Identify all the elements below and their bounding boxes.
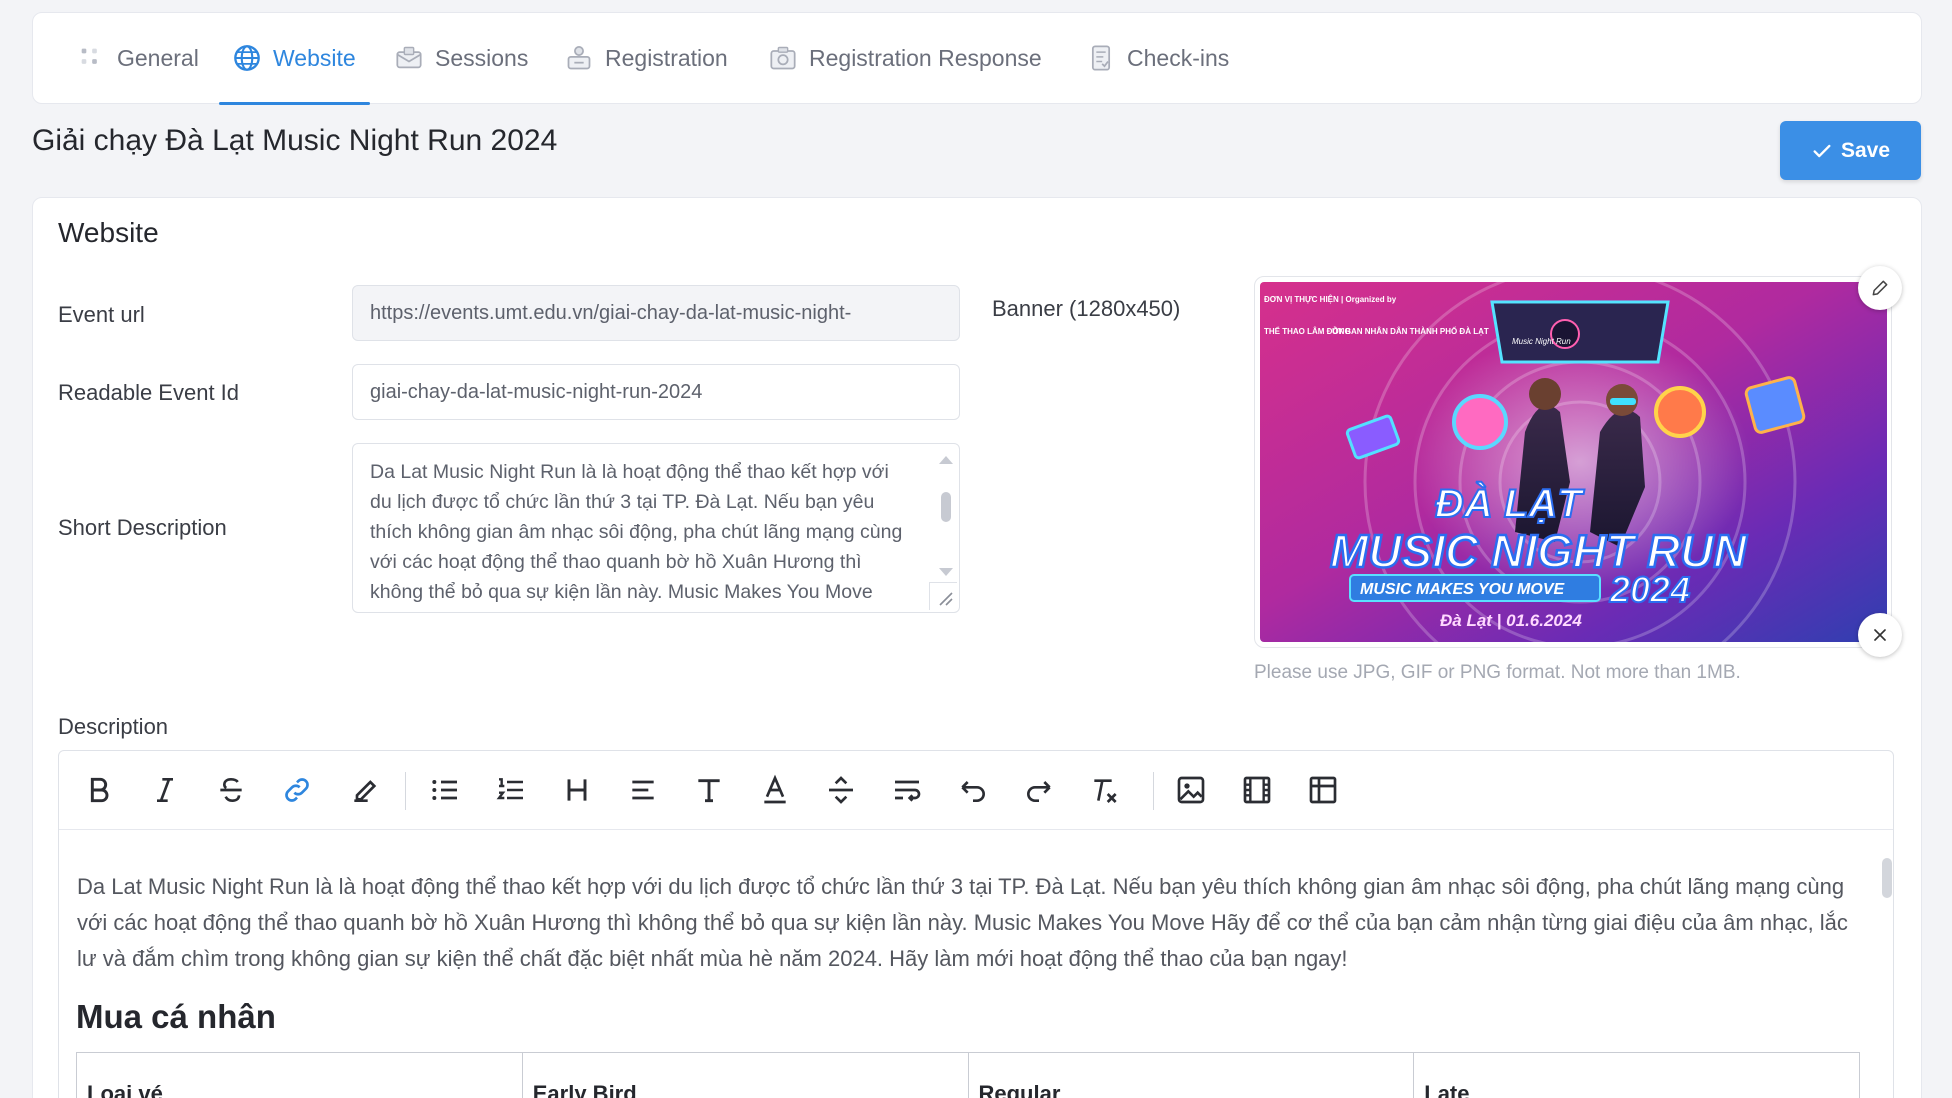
table-header-cell: Early Bird: [523, 1053, 969, 1098]
tab-sessions[interactable]: Sessions: [395, 13, 528, 103]
tab-label: Registration: [605, 44, 728, 71]
strikethrough-icon[interactable]: [213, 772, 249, 808]
clear-format-icon[interactable]: [1087, 772, 1123, 808]
readable-event-id-label: Readable Event Id: [58, 380, 240, 405]
table-icon[interactable]: [1305, 772, 1341, 808]
event-url-label: Event url: [58, 302, 145, 327]
text-size-icon[interactable]: [691, 772, 727, 808]
save-label: Save: [1840, 138, 1891, 162]
section-title: Website: [58, 217, 159, 248]
table-header-cell: Loại vé: [77, 1053, 523, 1098]
edit-banner-button[interactable]: [1858, 266, 1902, 310]
italic-icon[interactable]: [147, 772, 183, 808]
toolbar-divider: [1153, 772, 1154, 810]
tab-label: General: [117, 44, 199, 71]
tab-label: Check-ins: [1127, 44, 1230, 71]
tab-registration-response[interactable]: Registration Response: [769, 13, 1042, 103]
camera-icon: [770, 46, 796, 70]
editor-toolbar: [59, 751, 1893, 830]
tab-label: Registration Response: [809, 44, 1042, 71]
registration-icon: [567, 46, 591, 70]
resize-handle-icon[interactable]: [929, 582, 957, 610]
banner-organizer-text: ĐƠN VỊ THỰC HIỆN | Organized by: [1264, 295, 1397, 304]
page-title: Giải chạy Đà Lạt Music Night Run 2024: [32, 124, 558, 157]
banner-image: ĐƠN VỊ THỰC HIỆN | Organized by THỂ THAO…: [1260, 282, 1887, 642]
save-button[interactable]: Save: [1780, 121, 1921, 180]
banner-logo-text: Music Night Run: [1512, 337, 1571, 346]
image-icon[interactable]: [1173, 772, 1209, 808]
tabs-bar: General Website Sessions Registration Re…: [32, 12, 1922, 105]
remove-banner-button[interactable]: [1858, 613, 1902, 657]
ordered-list-icon[interactable]: [493, 772, 529, 808]
banner-line1: ĐÀ LẠT: [1435, 481, 1585, 526]
tab-website[interactable]: Website: [219, 13, 370, 105]
bold-icon[interactable]: [81, 772, 117, 808]
editor-scrollbar[interactable]: [1882, 858, 1892, 898]
globe-icon: [234, 45, 260, 71]
banner-tagline: MUSIC MAKES YOU MOVE: [1360, 581, 1566, 598]
editor-body-text: Da Lat Music Night Run là là hoạt động t…: [77, 874, 1848, 971]
link-icon[interactable]: [279, 772, 315, 808]
table-header-cell: Regular: [969, 1053, 1415, 1098]
align-icon[interactable]: [625, 772, 661, 808]
grid-icon: [81, 48, 97, 64]
checkin-icon: [1091, 45, 1111, 71]
redo-icon[interactable]: [1021, 772, 1057, 808]
short-description-label: Short Description: [58, 515, 227, 540]
tab-check-ins[interactable]: Check-ins: [1087, 13, 1229, 103]
tab-label: Sessions: [435, 44, 529, 71]
check-icon: [1813, 144, 1831, 157]
textarea-scrollbar[interactable]: [939, 456, 953, 576]
wrap-icon[interactable]: [889, 772, 925, 808]
editor-heading: Mua cá nhân: [76, 998, 276, 1035]
tab-label: Website: [273, 44, 356, 71]
toolbar-divider: [405, 772, 406, 810]
bullet-list-icon[interactable]: [427, 772, 463, 808]
short-description-textarea[interactable]: Da Lat Music Night Run là là hoạt động t…: [352, 443, 960, 613]
heading-icon[interactable]: [559, 772, 595, 808]
horizontal-rule-icon[interactable]: [823, 772, 859, 808]
event-url-field[interactable]: https://events.umt.edu.vn/giai-chay-da-l…: [352, 285, 960, 341]
tab-general[interactable]: General: [77, 13, 199, 103]
price-table: Loại vé Early Bird Regular Late: [76, 1052, 1860, 1098]
close-icon: [1874, 629, 1886, 641]
text-color-icon[interactable]: [757, 772, 793, 808]
table-header-cell: Late: [1424, 1081, 1470, 1098]
undo-icon[interactable]: [955, 772, 991, 808]
description-editor[interactable]: Da Lat Music Night Run là là hoạt động t…: [58, 750, 1894, 1098]
banner-hint: Please use JPG, GIF or PNG format. Not m…: [1254, 662, 1741, 683]
pencil-icon: [1872, 280, 1888, 296]
banner-year: 2024: [1609, 569, 1690, 610]
description-label: Description: [58, 714, 169, 739]
banner-place-date: Đà Lạt | 01.6.2024: [1440, 611, 1582, 630]
short-description-text: Da Lat Music Night Run là là hoạt động t…: [370, 461, 903, 612]
highlight-icon[interactable]: [347, 772, 383, 808]
sessions-icon: [396, 46, 422, 69]
banner-label: Banner (1280x450): [992, 296, 1181, 321]
readable-event-id-field[interactable]: giai-chay-da-lat-music-night-run-2024: [352, 364, 960, 420]
tab-registration[interactable]: Registration: [565, 13, 728, 103]
banner-org2: ỦY BAN NHÂN DÂN THÀNH PHỐ ĐÀ LẠT: [1332, 326, 1489, 336]
video-icon[interactable]: [1239, 772, 1275, 808]
